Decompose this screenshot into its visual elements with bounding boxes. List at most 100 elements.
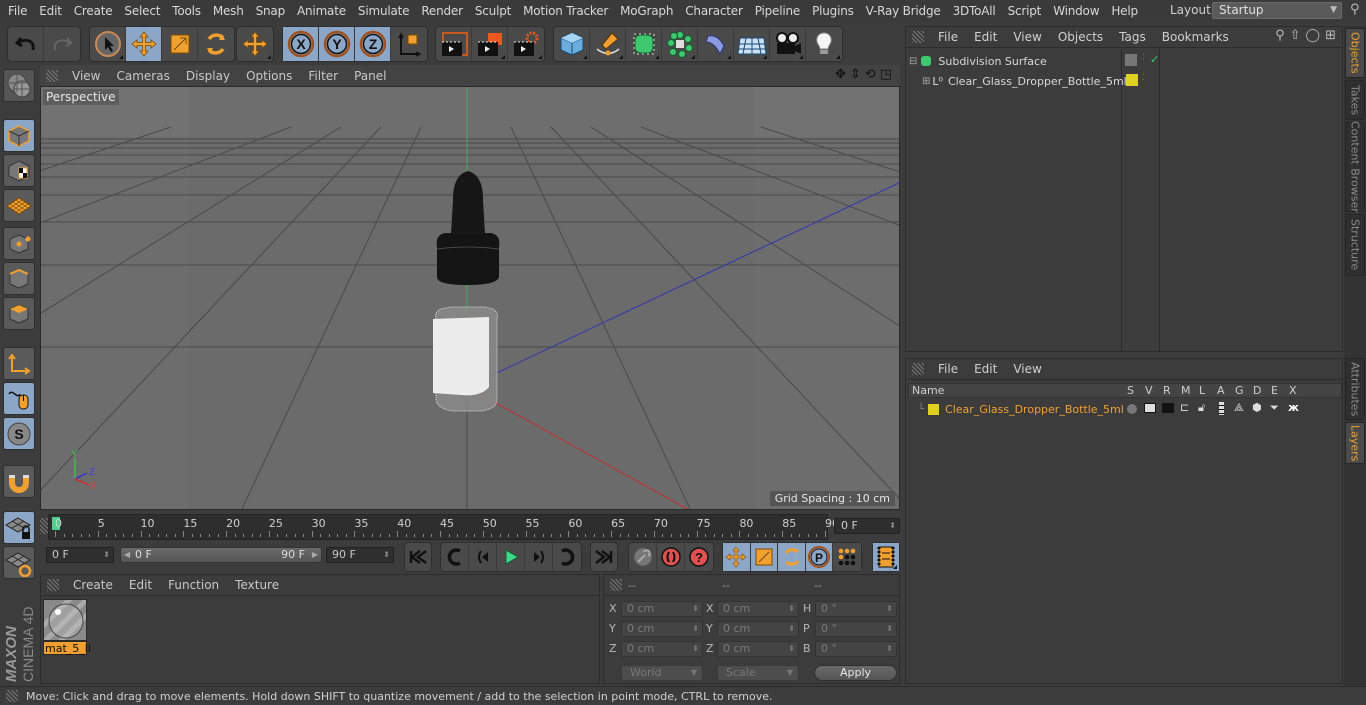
undo-button[interactable] xyxy=(8,27,44,61)
motion-record-button[interactable] xyxy=(629,543,657,571)
vp-menu-options[interactable]: Options xyxy=(238,69,300,83)
tab-objects[interactable]: Objects xyxy=(1345,28,1365,78)
spinner-icon[interactable]: ⬍ xyxy=(692,642,699,656)
animation-toggle-icon[interactable] xyxy=(1219,402,1224,415)
polygons-mode-button[interactable] xyxy=(3,297,35,330)
mat-menu-function[interactable]: Function xyxy=(160,578,227,592)
key-rotation-button[interactable] xyxy=(778,543,806,571)
record-active-objects-button[interactable] xyxy=(657,543,685,571)
layer-menu-edit[interactable]: Edit xyxy=(966,362,1005,376)
rot-b-field[interactable]: 0 ° ⬍ xyxy=(815,641,897,657)
search-icon[interactable]: ⚲ xyxy=(1350,2,1360,17)
spinner-icon[interactable]: ⬍ xyxy=(886,602,893,616)
col-render[interactable]: R xyxy=(1163,384,1171,398)
planar-workplane-button[interactable] xyxy=(3,546,35,579)
menu-animate[interactable]: Animate xyxy=(291,4,352,18)
obj-menu-file[interactable]: File xyxy=(930,30,966,44)
edges-mode-button[interactable] xyxy=(3,262,35,295)
camera-label[interactable]: Perspective xyxy=(43,89,119,105)
rotate-tool-button[interactable] xyxy=(198,27,234,61)
menu-character[interactable]: Character xyxy=(679,4,748,18)
visibility-dots-icon[interactable]: ⁚ xyxy=(1142,53,1145,63)
solo-toggle-icon[interactable] xyxy=(1127,404,1137,414)
menu-snap[interactable]: Snap xyxy=(250,4,291,18)
col-name[interactable]: Name xyxy=(912,384,944,398)
menu-mesh[interactable]: Mesh xyxy=(207,4,250,18)
menu-motion-tracker[interactable]: Motion Tracker xyxy=(517,4,614,18)
xref-toggle-icon[interactable]: ж xyxy=(1288,401,1299,414)
range-right-icon[interactable]: ▶ xyxy=(312,548,318,562)
menu-edit[interactable]: Edit xyxy=(33,4,67,18)
camera-button[interactable] xyxy=(770,27,806,61)
obj-menu-objects[interactable]: Objects xyxy=(1050,30,1111,44)
menu-plugins[interactable]: Plugins xyxy=(806,4,860,18)
goto-end-button[interactable] xyxy=(591,543,617,571)
layer-color-swatch[interactable] xyxy=(1126,74,1138,86)
timeline-window-button[interactable] xyxy=(873,543,899,571)
obj-menu-view[interactable]: View xyxy=(1005,30,1049,44)
redo-button[interactable] xyxy=(44,27,80,61)
texture-mode-button[interactable] xyxy=(3,154,35,187)
col-xref[interactable]: X xyxy=(1289,384,1297,398)
pos-x-field[interactable]: 0 cm ⬍ xyxy=(621,601,703,617)
menu-sculpt[interactable]: Sculpt xyxy=(469,4,517,18)
timeline-ruler[interactable]: 0 5 10 15 20 25 30 35 40 45 50 55 60 65 70 75 80 85 90 xyxy=(48,514,839,540)
menu-render[interactable]: Render xyxy=(415,4,469,18)
panel-grip[interactable] xyxy=(610,579,622,591)
vp-menu-display[interactable]: Display xyxy=(178,69,238,83)
enabled-check-icon[interactable]: ✓ xyxy=(1150,53,1159,66)
col-locked[interactable]: L xyxy=(1199,384,1205,398)
menu-help[interactable]: Help xyxy=(1105,4,1144,18)
col-animation[interactable]: A xyxy=(1217,384,1225,398)
panel-grip[interactable] xyxy=(47,579,59,591)
menu-simulate[interactable]: Simulate xyxy=(352,4,415,18)
play-button[interactable] xyxy=(497,543,525,571)
next-key-button[interactable] xyxy=(553,543,581,571)
new-window-icon[interactable]: ⊞ xyxy=(1325,28,1336,43)
subdivision-surface-button[interactable] xyxy=(626,27,662,61)
bend-deformer-button[interactable] xyxy=(698,27,734,61)
layer-row[interactable]: └ Clear_Glass_Dropper_Bottle_5ml ⊏ 🔓︎ ⟁ … xyxy=(906,399,1342,419)
size-x-field[interactable]: 0 cm ⬍ xyxy=(717,601,799,617)
object-row-bottle[interactable]: ⊞ L⁰ Clear_Glass_Dropper_Bottle_5ml ⁚ xyxy=(906,71,1342,91)
vp-menu-view[interactable]: View xyxy=(64,69,108,83)
previous-frame-button[interactable] xyxy=(469,543,497,571)
coordinate-space-select[interactable]: World ▼ xyxy=(621,665,703,681)
floor-button[interactable] xyxy=(734,27,770,61)
layer-menu-file[interactable]: File xyxy=(930,362,966,376)
obj-menu-edit[interactable]: Edit xyxy=(966,30,1005,44)
visibility-dots-icon[interactable]: ⁚ xyxy=(1142,73,1145,83)
obj-menu-tags[interactable]: Tags xyxy=(1111,30,1154,44)
col-expressions[interactable]: E xyxy=(1271,384,1278,398)
obj-menu-bookmarks[interactable]: Bookmarks xyxy=(1154,30,1237,44)
dolly-view-icon[interactable]: ⇕ xyxy=(850,67,861,82)
tab-content-browser[interactable]: Content Browser xyxy=(1345,121,1365,213)
mat-menu-edit[interactable]: Edit xyxy=(121,578,160,592)
live-selection-button[interactable] xyxy=(90,27,126,61)
rot-h-field[interactable]: 0 ° ⬍ xyxy=(815,601,897,617)
menu-mograph[interactable]: MoGraph xyxy=(614,4,679,18)
menu-select[interactable]: Select xyxy=(118,4,166,18)
mat-menu-create[interactable]: Create xyxy=(65,578,121,592)
tag-visibility-icon[interactable] xyxy=(1125,54,1137,66)
vp-menu-filter[interactable]: Filter xyxy=(300,69,346,83)
spinner-icon[interactable]: ⬍ xyxy=(788,602,795,616)
points-mode-button[interactable] xyxy=(3,227,35,260)
end-frame-field[interactable]: 90 F ⬍ xyxy=(326,547,394,563)
eye-icon[interactable]: ◯ xyxy=(1306,28,1321,43)
col-generators[interactable]: G xyxy=(1235,384,1244,398)
spinner-icon[interactable]: ⬍ xyxy=(788,642,795,656)
pos-z-field[interactable]: 0 cm ⬍ xyxy=(621,641,703,657)
key-position-button[interactable] xyxy=(723,543,751,571)
add-cube-button[interactable] xyxy=(554,27,590,61)
menu-file[interactable]: File xyxy=(0,4,33,18)
spinner-icon[interactable]: ⬍ xyxy=(692,602,699,616)
scale-tool-button[interactable] xyxy=(162,27,198,61)
spinner-icon[interactable]: ⬍ xyxy=(886,622,893,636)
view-toggle-icon[interactable] xyxy=(1144,403,1156,413)
key-scale-button[interactable] xyxy=(750,543,779,571)
render-settings-button[interactable] xyxy=(508,27,544,61)
search-icon[interactable]: ⚲ xyxy=(1275,28,1285,43)
z-axis-lock-button[interactable]: Z xyxy=(355,27,391,61)
vp-menu-panel[interactable]: Panel xyxy=(346,69,394,83)
